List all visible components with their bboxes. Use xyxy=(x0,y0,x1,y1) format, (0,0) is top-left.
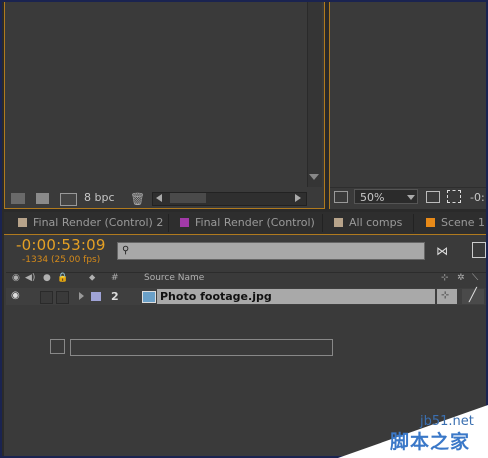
scrollbar-thumb[interactable] xyxy=(170,193,206,203)
video-visibility-icon[interactable]: ◉ xyxy=(12,273,20,283)
tab-label: Final Render (Control) 2 xyxy=(33,216,164,229)
current-time-display[interactable]: -0:00:53:09 xyxy=(16,236,106,254)
time-readout-partial: -0: xyxy=(470,191,485,204)
composition-panel xyxy=(329,2,486,209)
label-color-swatch xyxy=(180,218,189,227)
scroll-right-arrow-icon[interactable] xyxy=(295,194,301,202)
frame-count-display: -1334 (25.00 fps) xyxy=(22,255,101,265)
layer-source-name[interactable]: Photo footage.jpg xyxy=(160,289,272,304)
quality-slash-icon: ╱ xyxy=(469,288,477,303)
shy-switch-icon[interactable]: ⊹ xyxy=(441,273,449,283)
always-preview-icon[interactable] xyxy=(334,191,348,203)
layer-search-input[interactable] xyxy=(117,242,425,260)
active-panel-highlight xyxy=(4,234,486,235)
image-footage-icon xyxy=(142,291,156,303)
tab-label: Final Render (Control) xyxy=(195,216,315,229)
tab-label: Scene 1 xyxy=(441,216,486,229)
scroll-left-arrow-icon[interactable] xyxy=(156,194,162,202)
tab-final-render-control[interactable]: Final Render (Control) xyxy=(180,213,315,233)
tab-divider xyxy=(413,214,414,232)
new-folder-icon[interactable] xyxy=(36,193,49,204)
tab-final-render-control-2[interactable]: Final Render (Control) 2 xyxy=(18,213,163,233)
interpret-footage-icon[interactable] xyxy=(11,193,25,204)
source-name-column[interactable]: Source Name xyxy=(144,273,204,283)
layer-number-column: # xyxy=(111,273,119,283)
label-color-swatch xyxy=(426,218,435,227)
tab-scene-1[interactable]: Scene 1 xyxy=(426,213,485,233)
watermark-site-name: 脚本之家 xyxy=(390,431,471,453)
tab-label: All comps xyxy=(349,216,403,229)
expand-layer-chevron-icon[interactable] xyxy=(79,292,84,300)
project-vertical-scrollbar[interactable] xyxy=(307,2,322,187)
panel-menu-icon[interactable] xyxy=(472,242,486,258)
checkbox[interactable] xyxy=(50,339,65,354)
transparency-grid-icon[interactable] xyxy=(447,190,461,203)
label-color-swatch xyxy=(334,218,343,227)
lock-icon[interactable]: 🔒 xyxy=(57,273,68,283)
tab-divider xyxy=(168,214,169,232)
solo-switch[interactable] xyxy=(40,291,53,304)
tab-divider xyxy=(322,214,323,232)
solo-icon[interactable]: ● xyxy=(43,273,51,283)
layer-label-swatch[interactable] xyxy=(91,292,101,301)
project-panel xyxy=(4,2,325,209)
collapse-switch-icon[interactable]: ✲ xyxy=(457,273,465,283)
chevron-down-icon xyxy=(407,195,415,200)
composition-mini-flowchart-icon[interactable]: ⋈ xyxy=(436,244,448,258)
new-composition-icon[interactable] xyxy=(60,193,77,206)
text-field[interactable] xyxy=(70,339,333,356)
label-tag-icon[interactable]: ⬥ xyxy=(89,273,95,283)
search-icon: ⚲ xyxy=(122,245,130,256)
tab-all-comps[interactable]: All comps xyxy=(334,213,402,233)
bit-depth-button[interactable]: 8 bpc xyxy=(84,191,115,204)
layer-number: 2 xyxy=(111,290,119,303)
region-of-interest-icon[interactable] xyxy=(426,191,440,203)
quality-switch-icon[interactable]: ⟍ xyxy=(472,273,478,283)
scroll-down-arrow-icon[interactable] xyxy=(309,174,319,180)
audio-icon[interactable]: ◀) xyxy=(25,273,35,283)
label-color-swatch xyxy=(18,218,27,227)
layer-column-header xyxy=(6,272,486,288)
shy-icon: ⊹ xyxy=(441,290,450,301)
lock-switch[interactable] xyxy=(56,291,69,304)
eye-icon[interactable]: ◉ xyxy=(11,290,20,301)
trash-icon[interactable]: 🗑 xyxy=(130,192,145,206)
